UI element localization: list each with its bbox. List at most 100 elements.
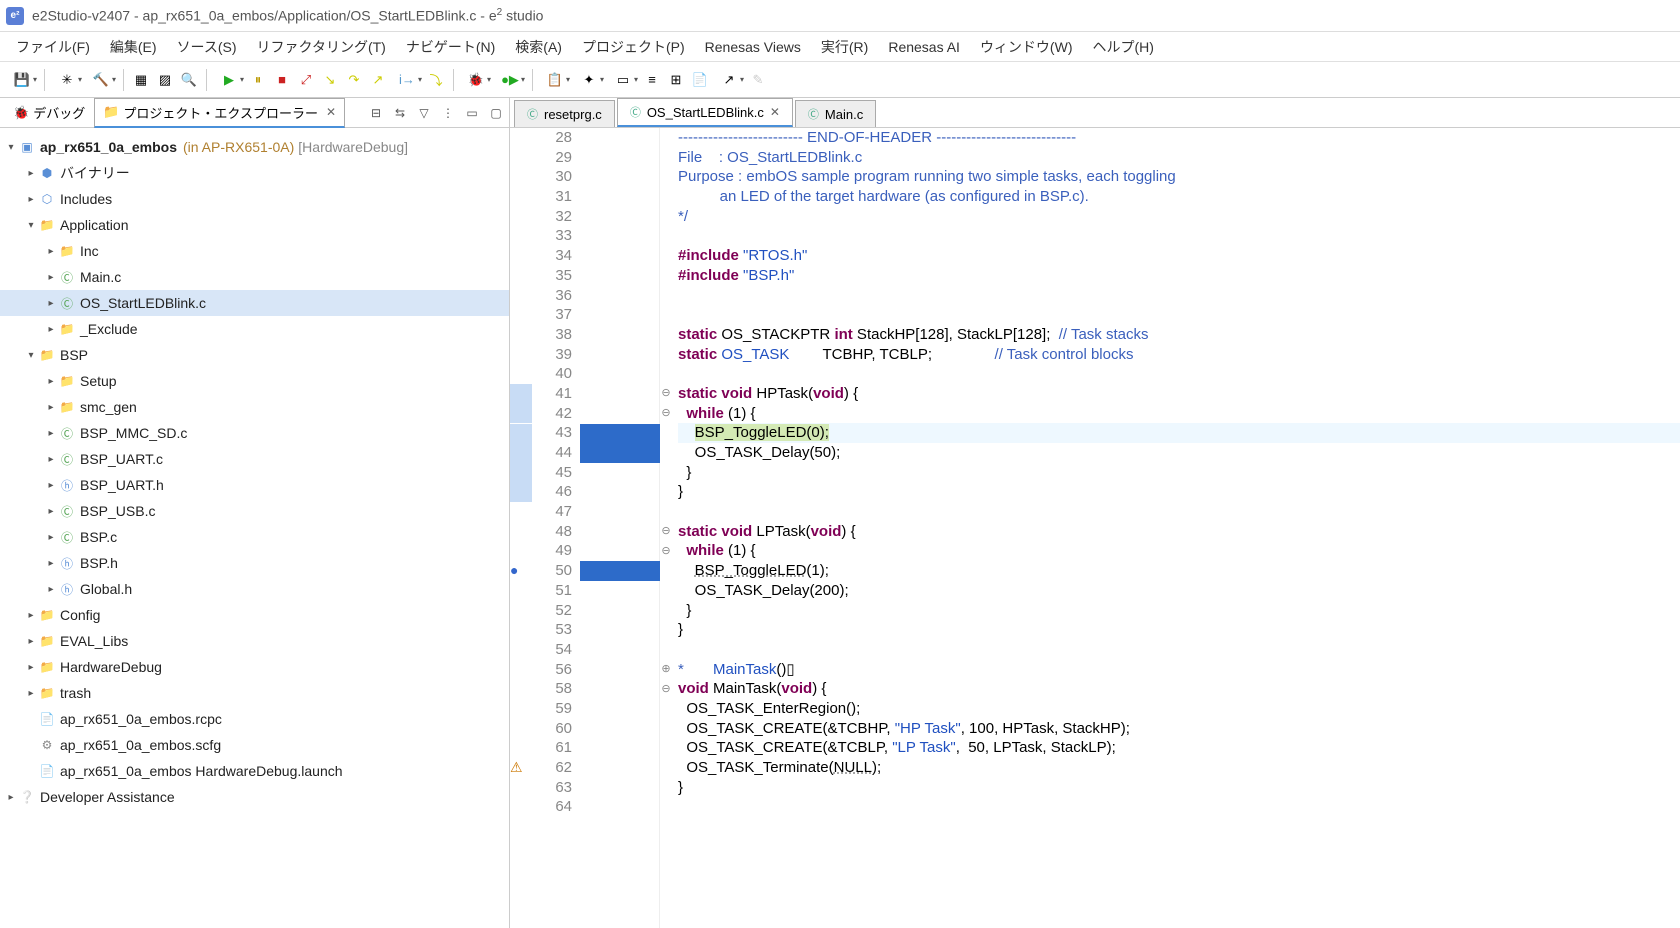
tree-node[interactable]: ⚙ap_rx651_0a_embos.scfg [0, 732, 509, 758]
link-editor-icon[interactable]: ⇆ [391, 104, 409, 122]
chevron-right-icon[interactable]: ▸ [44, 324, 58, 335]
code-line[interactable] [678, 226, 1680, 246]
suspend-button[interactable]: ⏸ [247, 69, 269, 91]
tool-button[interactable]: 📋 [539, 69, 571, 91]
menu-item[interactable]: リファクタリング(T) [247, 33, 396, 61]
menu-item[interactable]: ナビゲート(N) [396, 33, 505, 61]
code-line[interactable]: while (1) { [678, 404, 1680, 424]
chevron-right-icon[interactable]: ▸ [44, 246, 58, 257]
tree-node[interactable]: ▸ⒸBSP_UART.c [0, 446, 509, 472]
tree-node[interactable]: ▸📁smc_gen [0, 394, 509, 420]
menu-item[interactable]: プロジェクト(P) [572, 33, 695, 61]
tool-button[interactable]: ✎ [747, 69, 769, 91]
code-line[interactable]: OS_TASK_CREATE(&TCBLP, "LP Task", 50, LP… [678, 738, 1680, 758]
tree-node[interactable]: ▸📁Config [0, 602, 509, 628]
chevron-right-icon[interactable]: ▸ [44, 532, 58, 543]
menu-item[interactable]: Renesas Views [695, 35, 811, 59]
code-line[interactable]: */ [678, 207, 1680, 227]
code-line[interactable]: Purpose : embOS sample program running t… [678, 167, 1680, 187]
code-line[interactable]: static void LPTask(void) { [678, 522, 1680, 542]
tool-button[interactable]: 🔍 [178, 69, 200, 91]
tree-node[interactable]: ▸⬡Includes [0, 186, 509, 212]
collapse-icon[interactable]: ⊖ [660, 525, 672, 537]
chevron-right-icon[interactable]: ▸ [44, 402, 58, 413]
tool-button[interactable]: ▦ [130, 69, 152, 91]
tree-node[interactable]: 📄ap_rx651_0a_embos HardwareDebug.launch [0, 758, 509, 784]
chevron-right-icon[interactable]: ▸ [24, 688, 38, 699]
code-line[interactable] [678, 364, 1680, 384]
chevron-right-icon[interactable]: ▸ [44, 584, 58, 595]
tree-node[interactable]: ▸📁Setup [0, 368, 509, 394]
code-line[interactable]: OS_TASK_CREATE(&TCBHP, "HP Task", 100, H… [678, 719, 1680, 739]
minimize-icon[interactable]: ▭ [463, 104, 481, 122]
chevron-right-icon[interactable]: ▸ [44, 376, 58, 387]
close-icon[interactable]: ✕ [770, 105, 780, 119]
chevron-down-icon[interactable]: ▾ [24, 220, 38, 231]
debug-view-tab[interactable]: 🐞 デバッグ [4, 98, 94, 127]
code-line[interactable]: BSP_ToggleLED(1); [678, 561, 1680, 581]
chevron-right-icon[interactable]: ▸ [24, 662, 38, 673]
debug-button[interactable]: 🐞 [460, 69, 492, 91]
editor-tab[interactable]: ⒸOS_StartLEDBlink.c✕ [617, 98, 793, 127]
tree-node[interactable]: ▸📁HardwareDebug [0, 654, 509, 680]
tree-node[interactable]: 📄ap_rx651_0a_embos.rcpc [0, 706, 509, 732]
collapse-icon[interactable]: ⊖ [660, 683, 672, 695]
menu-item[interactable]: ヘルプ(H) [1082, 33, 1163, 61]
disconnect-button[interactable]: ⤢ [295, 69, 317, 91]
collapse-all-icon[interactable]: ⊟ [367, 104, 385, 122]
marker-column[interactable]: ➨●⚠ [510, 128, 532, 928]
view-menu-icon[interactable]: ⋮ [439, 104, 457, 122]
tree-node[interactable]: ▸ⓗBSP.h [0, 550, 509, 576]
code-line[interactable]: File : OS_StartLEDBlink.c [678, 148, 1680, 168]
instruction-step-button[interactable]: i→ [391, 69, 423, 91]
chevron-right-icon[interactable]: ▸ [44, 506, 58, 517]
chevron-down-icon[interactable]: ▾ [24, 350, 38, 361]
chevron-right-icon[interactable]: ▸ [44, 298, 58, 309]
tool-button[interactable]: 📄 [689, 69, 711, 91]
project-tree[interactable]: ▾ ▣ ap_rx651_0a_embos (in AP-RX651-0A) [… [0, 128, 509, 928]
project-root[interactable]: ▾ ▣ ap_rx651_0a_embos (in AP-RX651-0A) [… [0, 134, 509, 160]
code-line[interactable]: BSP_ToggleLED(0); [678, 423, 1680, 443]
tree-node[interactable]: ▸ⒸBSP_USB.c [0, 498, 509, 524]
menu-item[interactable]: ウィンドウ(W) [970, 33, 1083, 61]
tree-node[interactable]: ▸ⒸBSP_MMC_SD.c [0, 420, 509, 446]
chevron-right-icon[interactable]: ▸ [44, 272, 58, 283]
chevron-right-icon[interactable]: ▸ [4, 792, 18, 803]
code-line[interactable]: void MainTask(void) { [678, 679, 1680, 699]
chevron-right-icon[interactable]: ▸ [44, 428, 58, 439]
terminate-button[interactable]: ■ [271, 69, 293, 91]
code-line[interactable] [678, 797, 1680, 817]
code-line[interactable]: OS_TASK_Delay(200); [678, 581, 1680, 601]
code-line[interactable] [678, 305, 1680, 325]
chevron-right-icon[interactable]: ▸ [44, 480, 58, 491]
step-over-button[interactable]: ↷ [343, 69, 365, 91]
editor-tab[interactable]: ⒸMain.c [795, 100, 876, 127]
tree-node[interactable]: ▸ⓗGlobal.h [0, 576, 509, 602]
code-line[interactable]: ------------------------- END-OF-HEADER … [678, 128, 1680, 148]
chevron-right-icon[interactable]: ▸ [44, 558, 58, 569]
tree-node[interactable]: ▸❔Developer Assistance [0, 784, 509, 810]
tree-node[interactable]: ▸ⒸBSP.c [0, 524, 509, 550]
breakpoint-icon[interactable]: ● [510, 561, 528, 579]
code-line[interactable]: while (1) { [678, 541, 1680, 561]
code-line[interactable]: } [678, 778, 1680, 798]
tool-button[interactable]: ⊞ [665, 69, 687, 91]
menu-item[interactable]: 検索(A) [505, 33, 572, 61]
tree-node[interactable]: ▸📁Inc [0, 238, 509, 264]
tree-node[interactable]: ▸⬢バイナリー [0, 160, 509, 186]
tree-node[interactable]: ▸📁trash [0, 680, 509, 706]
tool-button[interactable]: ↗ [713, 69, 745, 91]
tree-node[interactable]: ▸ⓗBSP_UART.h [0, 472, 509, 498]
tool-button[interactable]: ▨ [154, 69, 176, 91]
code-line[interactable]: * MainTask()▯ [678, 660, 1680, 680]
chevron-down-icon[interactable]: ▾ [4, 142, 18, 153]
code-line[interactable]: OS_TASK_EnterRegion(); [678, 699, 1680, 719]
tree-node[interactable]: ▸ⒸMain.c [0, 264, 509, 290]
code-line[interactable]: static OS_STACKPTR int StackHP[128], Sta… [678, 325, 1680, 345]
tool-button[interactable]: ✦ [573, 69, 605, 91]
code-line[interactable]: } [678, 482, 1680, 502]
collapse-icon[interactable]: ⊖ [660, 407, 672, 419]
tool-button[interactable]: ≡ [641, 69, 663, 91]
menu-item[interactable]: 実行(R) [811, 33, 878, 61]
code-line[interactable] [678, 286, 1680, 306]
